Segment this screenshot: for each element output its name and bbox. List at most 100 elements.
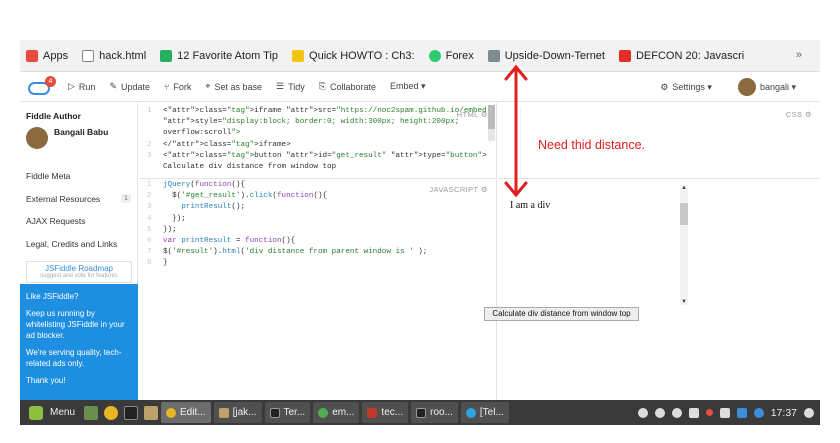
set-as-base-button[interactable]: ⌖ Set as base xyxy=(205,81,262,92)
bookmarks-bar: Apps hack.html 12 Favorite Atom Tip Quic… xyxy=(20,40,820,72)
bookmark-upside-down-ternet[interactable]: Upside-Down-Ternet xyxy=(487,49,605,62)
system-tray: 17:37 xyxy=(637,407,820,419)
bookmark-quick-howto[interactable]: Quick HOWTO : Ch3: xyxy=(292,49,415,62)
emacs-icon xyxy=(318,407,329,418)
window-icon[interactable] xyxy=(719,407,730,418)
annotation-arrow xyxy=(504,64,528,198)
user-icon[interactable] xyxy=(637,407,648,418)
folder-icon xyxy=(218,407,229,418)
taskbar: Menu Edit... [jak... Ter... em... tec...… xyxy=(20,400,820,425)
scroll-down-arrow-icon[interactable]: ▼ xyxy=(680,299,688,305)
jsfiddle-logo[interactable]: 4 xyxy=(28,75,56,96)
power-icon[interactable] xyxy=(804,407,814,418)
folder-icon[interactable] xyxy=(144,405,159,420)
bookmark-hack-html[interactable]: hack.html xyxy=(82,49,146,62)
bookmark-forex[interactable]: Forex xyxy=(428,49,474,62)
code-line[interactable]: 5}); xyxy=(139,225,427,236)
result-panel: ▲ ▼ I am a div xyxy=(498,180,820,408)
code-line[interactable]: 1 <"attr">class="tag">iframe "attr">src="… xyxy=(139,106,496,117)
bookmark-atom-tips[interactable]: 12 Favorite Atom Tip xyxy=(160,49,278,62)
settings-dropdown[interactable]: ⚙ Settings ▾ xyxy=(660,82,712,93)
code-line[interactable]: 7 $('#result').html('div distance from pa… xyxy=(139,247,427,258)
code-line[interactable]: 2 $('#get_result').click(function(){ xyxy=(139,191,427,202)
line-number: 2 xyxy=(147,192,152,201)
sidebar-item-external[interactable]: External Resources xyxy=(26,194,100,204)
record-icon[interactable] xyxy=(705,409,713,416)
telegram-icon xyxy=(465,407,476,418)
code-line[interactable]: 2 </"attr">class="tag">iframe> xyxy=(139,140,496,151)
clock[interactable]: 17:37 xyxy=(771,407,797,419)
code-line[interactable]: Calculate div distance from window top xyxy=(139,162,496,173)
youtube-icon xyxy=(618,49,631,62)
network-icon[interactable] xyxy=(688,407,699,418)
code-line[interactable]: 3 printResult(); xyxy=(139,202,427,213)
tag-icon: ⌖ xyxy=(205,81,211,91)
code-line[interactable]: 1 jQuery(function(){ xyxy=(139,180,427,191)
gear-icon[interactable]: ⚙ xyxy=(481,185,488,194)
fork-button[interactable]: ⑂ Fork xyxy=(164,82,191,92)
roadmap-link[interactable]: JSFiddle Roadmap suggest and vote for fe… xyxy=(26,261,132,283)
code-line[interactable]: 6 var printResult = function(){ xyxy=(139,236,427,247)
line-number: 4 xyxy=(147,214,152,223)
scroll-up-arrow-icon[interactable]: ▲ xyxy=(680,185,688,191)
taskbar-window-telegram[interactable]: [Tel... xyxy=(460,402,509,423)
gear-icon[interactable]: ⚙ xyxy=(805,110,812,119)
author-name[interactable]: Bangali Babu xyxy=(54,127,108,137)
html-panel[interactable]: HTML ⚙ 1 <"attr">class="tag">iframe "attr… xyxy=(139,103,497,179)
sidebar-item-meta[interactable]: Fiddle Meta xyxy=(26,171,70,181)
code-line[interactable]: overflow:scroll"> xyxy=(139,128,496,139)
taskbar-window-email[interactable]: em... xyxy=(313,402,360,423)
shield-icon[interactable] xyxy=(736,407,747,418)
code-text: printResult(); xyxy=(181,203,246,212)
js-panel-label: JAVASCRIPT ⚙ xyxy=(429,185,488,194)
collaborate-button[interactable]: ⎘ Collaborate xyxy=(319,81,376,92)
start-menu-button[interactable]: Menu xyxy=(20,400,81,425)
html-scrollbar[interactable] xyxy=(488,105,495,141)
avatar xyxy=(737,78,756,96)
code-text: <"attr">class="tag">button "attr">id="ge… xyxy=(163,151,487,160)
javascript-panel[interactable]: JAVASCRIPT ⚙ 1 jQuery(function(){ 2 $('#ge… xyxy=(139,180,497,408)
wifi-icon[interactable] xyxy=(654,407,665,418)
tidy-button[interactable]: ☰ Tidy xyxy=(276,81,305,92)
author-avatar[interactable] xyxy=(26,127,48,149)
user-menu[interactable]: bangali ▾ xyxy=(737,78,796,96)
taskbar-window-terminal[interactable]: Ter... xyxy=(264,402,311,423)
bookmark-apps[interactable]: Apps xyxy=(26,49,68,62)
code-line[interactable]: "attr">style="display:block; border:0; w… xyxy=(139,117,496,128)
embed-dropdown[interactable]: Embed ▾ xyxy=(390,81,426,92)
bookmarks-overflow-button[interactable]: » xyxy=(796,49,802,61)
adblock-notice: Like JSFiddle? Keep us running by whitel… xyxy=(20,284,138,408)
code-line[interactable]: 8} xyxy=(139,258,427,269)
sidebar-item-ajax[interactable]: AJAX Requests xyxy=(26,216,86,226)
code-line[interactable]: 4 }); xyxy=(139,214,427,225)
html-code[interactable]: 1 <"attr">class="tag">iframe "attr">src="… xyxy=(139,106,496,173)
code-text: var printResult = function(){ xyxy=(163,237,296,246)
apps-grid-icon xyxy=(26,49,38,62)
js-code[interactable]: 1 jQuery(function(){ 2 $('#get_result').cl… xyxy=(139,180,427,270)
update-button[interactable]: ✎ Update xyxy=(109,81,150,92)
taskbar-window-folder[interactable]: [jak... xyxy=(213,402,262,423)
file-manager-icon[interactable] xyxy=(84,405,99,420)
calculate-distance-button[interactable]: Calculate div distance from window top xyxy=(484,307,639,321)
taskbar-window-editor[interactable]: Edit... xyxy=(161,402,211,423)
chrome-icon[interactable] xyxy=(104,405,119,420)
html-scrollbar-thumb[interactable] xyxy=(488,105,495,129)
bookmark-defcon[interactable]: DEFCON 20: Javascri xyxy=(618,49,744,62)
kitten-icon xyxy=(487,49,500,62)
line-number: 1 xyxy=(147,107,152,115)
iframe-scrollbar[interactable]: ▲ ▼ xyxy=(680,185,688,305)
bluetooth-icon[interactable] xyxy=(753,407,764,418)
volume-icon[interactable] xyxy=(671,407,682,418)
taskbar-window-filezilla[interactable]: tec... xyxy=(362,402,409,423)
sidebar-item-legal[interactable]: Legal, Credits and Links xyxy=(26,239,117,249)
ad-body-2: We're serving quality, tech-related ads … xyxy=(26,348,122,368)
code-text: overflow:scroll"> xyxy=(163,129,241,138)
run-button[interactable]: ▷ Run xyxy=(68,81,95,92)
line-number: 3 xyxy=(147,151,152,160)
code-line[interactable]: 3 <"attr">class="tag">button "attr">id="g… xyxy=(139,151,496,162)
taskbar-window-root-terminal[interactable]: roo... xyxy=(411,402,458,423)
iframe-scrollbar-thumb[interactable] xyxy=(680,203,688,225)
line-number: 1 xyxy=(147,181,152,189)
terminal-icon[interactable] xyxy=(124,405,139,420)
code-text: jQuery(function(){ xyxy=(163,181,246,189)
